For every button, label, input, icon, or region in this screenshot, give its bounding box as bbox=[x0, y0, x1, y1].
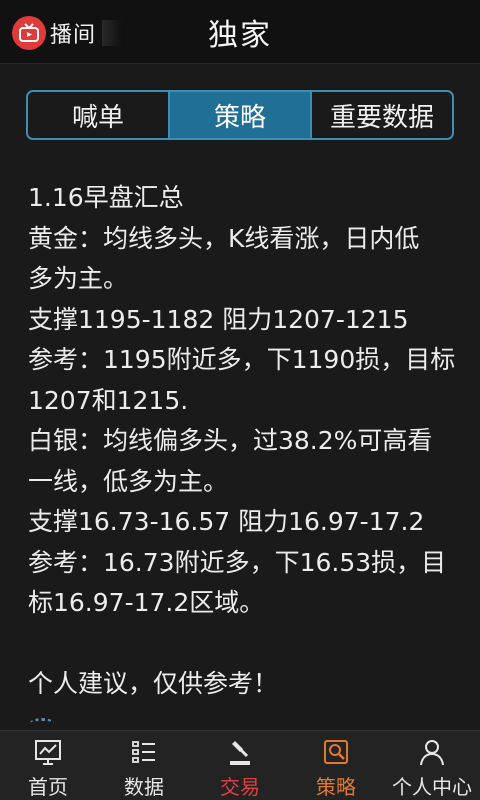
page-title: 独家 bbox=[208, 18, 272, 53]
article-line: 白银：均线偏多头，过38.2%可高看 bbox=[28, 426, 433, 455]
person-icon bbox=[420, 740, 444, 766]
tab-profile[interactable]: 个人中心 bbox=[384, 731, 480, 800]
tab-trade[interactable]: 交易 bbox=[192, 731, 288, 800]
article-gap bbox=[28, 624, 468, 665]
gavel-icon bbox=[230, 741, 250, 765]
article-line: 标16.97-17.2区域。 bbox=[28, 588, 265, 617]
segment-tab-important-data[interactable]: 重要数据 bbox=[310, 92, 452, 138]
tab-label: 数据 bbox=[124, 775, 164, 799]
tab-label: 个人中心 bbox=[392, 775, 472, 799]
article-line: 支撑1195-1182 阻力1207-1215 bbox=[28, 304, 409, 334]
segment-tab-strategy[interactable]: 策略 bbox=[168, 92, 310, 138]
tab-strategy[interactable]: 策略 bbox=[288, 731, 384, 800]
tab-label: 交易 bbox=[220, 775, 260, 799]
article-line: 1207和1215. bbox=[28, 385, 189, 415]
article-line: 1.16早盘汇总 bbox=[28, 183, 184, 212]
list-icon bbox=[132, 741, 155, 763]
article-line: 个人建议，仅供参考！ bbox=[28, 669, 279, 698]
article-body: 1.16早盘汇总 黄金：均线多头，K线看涨，日内低 多为主。 支撑1195-11… bbox=[28, 178, 468, 705]
article-line: 支撑16.73-16.57 阻力16.97-17.2 bbox=[28, 507, 425, 536]
article-line: 多为主。 bbox=[28, 264, 129, 293]
tab-label: 首页 bbox=[28, 775, 68, 799]
chart-monitor-icon bbox=[35, 740, 61, 765]
tab-home[interactable]: 首页 bbox=[0, 731, 96, 800]
partial-content-decoration bbox=[30, 718, 54, 728]
segment-control: 喊单 策略 重要数据 bbox=[26, 90, 454, 140]
article-line: 参考：16.73附近多，下16.53损，目 bbox=[28, 547, 447, 577]
strategy-search-icon bbox=[324, 740, 348, 764]
article-line: 一线，低多为主。 bbox=[28, 466, 229, 496]
tab-data[interactable]: 数据 bbox=[96, 731, 192, 800]
article-line: 黄金：均线多头，K线看涨，日内低 bbox=[28, 223, 420, 253]
bottom-tab-bar: 首页 数据 交易 策略 个人中心 bbox=[0, 730, 480, 800]
article-line: 参考：1195附近多，下1190损，目标 bbox=[28, 345, 456, 374]
app-header: 播间 独家 bbox=[0, 0, 480, 64]
segment-tab-calls[interactable]: 喊单 bbox=[28, 92, 168, 138]
tab-label: 策略 bbox=[316, 775, 356, 799]
